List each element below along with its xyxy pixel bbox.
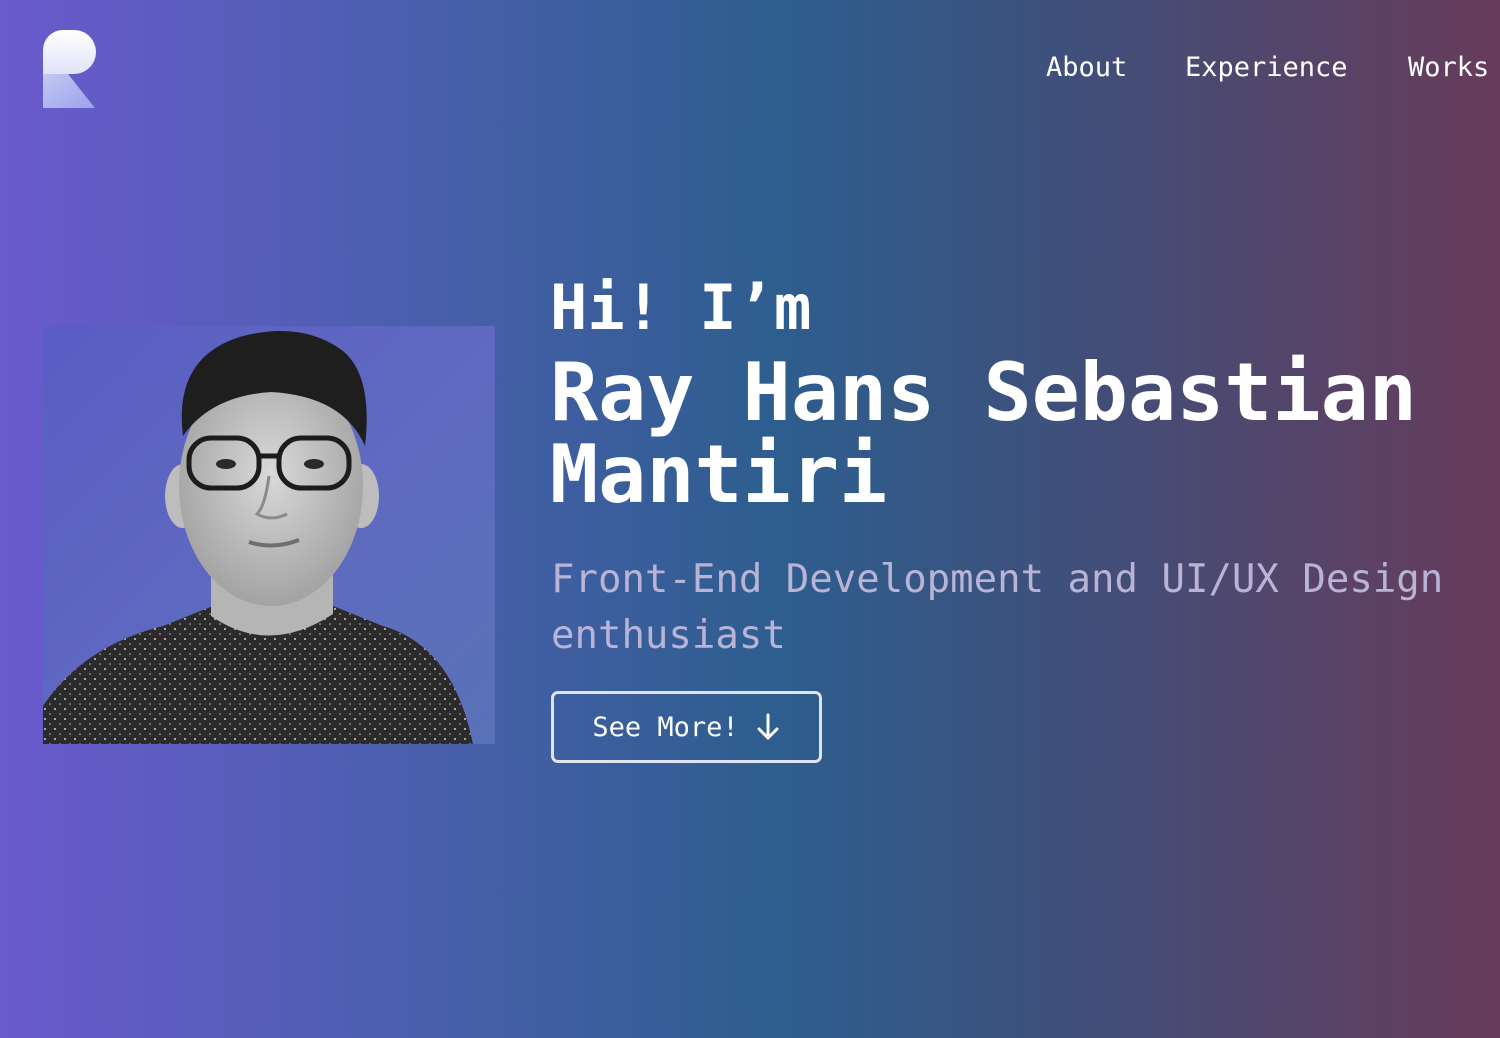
arrow-down-icon	[755, 713, 781, 741]
see-more-label: See More!	[592, 711, 739, 743]
main-nav: About Experience Works	[980, 52, 1500, 88]
nav-experience-link[interactable]: Experience	[1185, 52, 1348, 83]
tagline-text: Front-End Development and UI/UX Design e…	[551, 552, 1500, 664]
name-heading: Ray Hans Sebastian Mantiri	[550, 346, 1417, 521]
r-logo-icon[interactable]	[42, 30, 96, 110]
tagline-line-2: enthusiast	[551, 613, 786, 658]
nav-about-link[interactable]: About	[1046, 52, 1127, 83]
greeting-heading: Hi! I’m	[550, 271, 812, 344]
see-more-button[interactable]: See More!	[551, 691, 822, 763]
profile-photo	[43, 326, 495, 744]
tagline-line-1: Front-End Development and UI/UX Design	[551, 557, 1444, 602]
nav-works-link[interactable]: Works	[1408, 52, 1489, 83]
